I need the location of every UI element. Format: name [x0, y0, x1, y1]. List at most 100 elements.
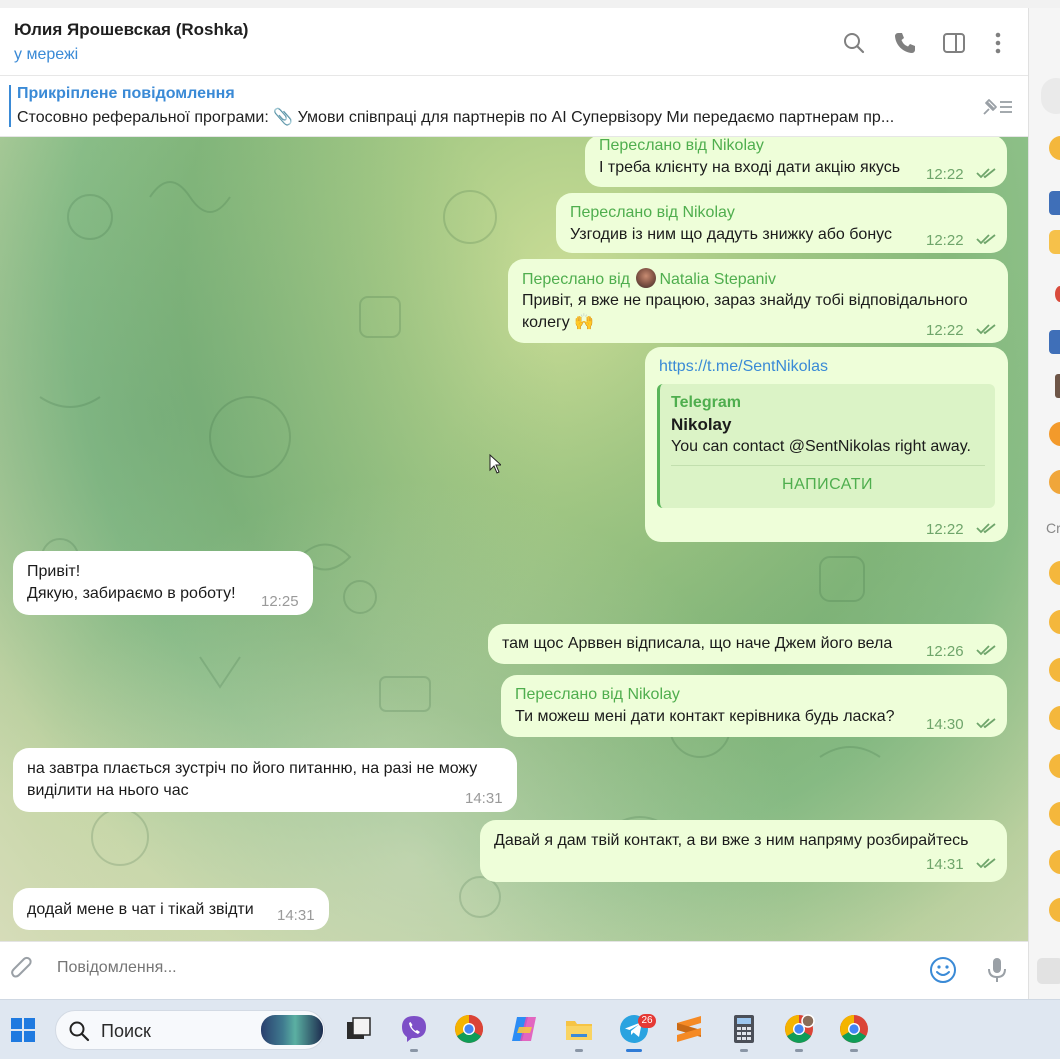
message-bubble-outgoing[interactable]: там щос Арввен відписала, що наче Джем й… [488, 624, 1007, 664]
chat-messages-area[interactable]: Переслано від Nikolay І треба клієнту на… [0, 137, 1028, 941]
viber-icon[interactable] [398, 1013, 430, 1045]
message-time: 14:31 [465, 790, 503, 807]
double-check-icon [976, 718, 996, 729]
message-link[interactable]: https://t.me/SentNikolas [659, 356, 828, 378]
message-time: 14:31 [926, 856, 964, 873]
link-preview-card[interactable]: Telegram Nikolay You can contact @SentNi… [657, 384, 995, 508]
window-top-strip [0, 0, 1060, 8]
forwarded-avatar [636, 268, 657, 288]
microphone-icon[interactable] [986, 956, 1008, 984]
emoji-icon[interactable] [929, 956, 957, 984]
message-time: 12:22 [926, 166, 964, 183]
message-text-line: на завтра плається зустріч по його питан… [27, 760, 478, 777]
mouse-cursor [489, 454, 501, 474]
emoji-heart-icon[interactable] [1049, 422, 1060, 446]
running-indicator [850, 1049, 858, 1052]
sublime-text-icon[interactable] [673, 1013, 705, 1045]
double-check-icon [976, 234, 996, 245]
message-bubble-outgoing[interactable]: Переслано від Nikolay І треба клієнту на… [585, 137, 1007, 187]
windows-start-icon[interactable] [10, 1017, 36, 1043]
link-preview-title: Nikolay [671, 415, 732, 434]
running-indicator [410, 1049, 418, 1052]
message-bubble-outgoing[interactable]: Переслано від Natalia Stepaniv Привіт, я… [508, 259, 1008, 343]
emoji-side-panel[interactable]: Cr [1028, 8, 1060, 999]
double-check-icon [976, 168, 996, 179]
taskbar-search-label: Поиск [101, 1021, 151, 1041]
message-time: 14:30 [926, 716, 964, 733]
message-time: 14:31 [277, 907, 315, 924]
link-preview-site: Telegram [671, 394, 741, 411]
active-app-indicator [626, 1049, 642, 1052]
message-bubble-incoming[interactable]: Привіт! Дякую, забираємо в роботу! 12:25 [13, 551, 313, 615]
emoji-grinning-icon[interactable] [1049, 136, 1060, 160]
search-icon[interactable] [841, 30, 867, 56]
message-bubble-outgoing[interactable]: Переслано від Nikolay Ти можеш мені дати… [501, 675, 1007, 737]
chat-title[interactable]: Юлия Ярошевская (Roshka) [14, 20, 248, 40]
chrome-icon[interactable] [453, 1013, 485, 1045]
windows-taskbar: Поиск 26 [0, 999, 1060, 1059]
sidebar-toggle-icon[interactable] [941, 30, 967, 56]
emoji-grin-icon[interactable] [1049, 706, 1060, 730]
message-time: 12:25 [261, 593, 299, 610]
pinned-text: Стосовно реферальної програми: 📎 Умови с… [17, 109, 895, 126]
forwarded-from-label[interactable]: Переслано від Nikolay [599, 137, 764, 157]
paperclip-icon[interactable] [10, 956, 36, 984]
phone-icon[interactable] [892, 30, 918, 56]
recent-emoji-clock-icon[interactable] [1037, 958, 1060, 984]
message-text-line: Привіт! [27, 563, 81, 580]
task-view-icon[interactable] [343, 1013, 375, 1045]
link-preview-description: You can contact @SentNikolas right away. [671, 438, 971, 455]
emoji-clap-icon[interactable] [1049, 230, 1060, 254]
message-input[interactable] [57, 959, 897, 977]
message-composer [0, 941, 1028, 999]
pinned-message-bar[interactable]: Прикріплене повідомлення Стосовно рефера… [0, 77, 1028, 137]
more-icon[interactable] [985, 30, 1011, 56]
forwarded-from-label[interactable]: Переслано від Nikolay [515, 684, 680, 706]
search-highlight-image [261, 1015, 323, 1045]
emoji-smile-icon[interactable] [1049, 561, 1060, 585]
message-bubble-incoming[interactable]: на завтра плається зустріч по його питан… [13, 748, 517, 812]
file-explorer-icon[interactable] [563, 1013, 595, 1045]
emoji-thumbs-icon[interactable] [1049, 191, 1060, 215]
emoji-blush-icon[interactable] [1049, 898, 1060, 922]
emoji-figure-icon[interactable] [1055, 374, 1060, 398]
telegram-unread-badge: 26 [638, 1014, 656, 1028]
calculator-icon[interactable] [728, 1013, 760, 1045]
emoji-party-icon[interactable] [1049, 470, 1060, 494]
message-bubble-outgoing[interactable]: https://t.me/SentNikolas Telegram Nikola… [645, 347, 1008, 542]
copilot-icon[interactable] [508, 1013, 540, 1045]
chrome-icon[interactable] [838, 1013, 870, 1045]
message-text: Узгодив із ним що дадуть знижку або бону… [570, 226, 892, 243]
message-time: 12:22 [926, 322, 964, 339]
emoji-section-label: Cr [1046, 520, 1060, 536]
message-bubble-outgoing[interactable]: Переслано від Nikolay Узгодив із ним що … [556, 193, 1007, 253]
taskbar-search-box[interactable]: Поиск [55, 1010, 325, 1050]
unpin-icon[interactable] [978, 94, 1014, 118]
double-check-icon [976, 858, 996, 869]
message-bubble-outgoing[interactable]: Давай я дам твій контакт, а ви вже з ним… [480, 820, 1007, 882]
forwarded-prefix: Переслано від [522, 271, 630, 288]
message-bubble-incoming[interactable]: додай мене в чат і тікай звідти 14:31 [13, 888, 329, 930]
emoji-sweat-icon[interactable] [1049, 754, 1060, 778]
chrome-profile-icon[interactable] [783, 1013, 815, 1045]
emoji-laugh-icon[interactable] [1049, 610, 1060, 634]
message-text: там щос Арввен відписала, що наче Джем й… [502, 635, 893, 652]
emoji-rofl-icon[interactable] [1049, 802, 1060, 826]
message-text: Давай я дам твій контакт, а ви вже з ним… [494, 832, 969, 849]
emoji-hand-icon[interactable] [1049, 330, 1060, 354]
forwarded-from-label[interactable]: Переслано від Natalia Stepaniv [522, 268, 776, 291]
forwarded-from-label[interactable]: Переслано від Nikolay [570, 202, 735, 224]
pinned-title: Прикріплене повідомлення [17, 85, 235, 102]
search-icon [69, 1021, 90, 1042]
write-button[interactable]: НАПИСАТИ [660, 474, 995, 496]
message-text-line: Привіт, я вже не працюю, зараз знайду то… [522, 292, 968, 309]
message-text: І треба клієнту на вході дати акцію якус… [599, 159, 901, 176]
emoji-search-field[interactable] [1041, 78, 1060, 114]
emoji-red-icon[interactable] [1055, 286, 1060, 302]
running-indicator [795, 1049, 803, 1052]
emoji-happy-icon[interactable] [1049, 658, 1060, 682]
chat-status: у мережі [14, 46, 79, 63]
chat-header: Юлия Ярошевская (Roshka) у мережі [0, 8, 1028, 76]
double-check-icon [976, 645, 996, 656]
emoji-wink-icon[interactable] [1049, 850, 1060, 874]
